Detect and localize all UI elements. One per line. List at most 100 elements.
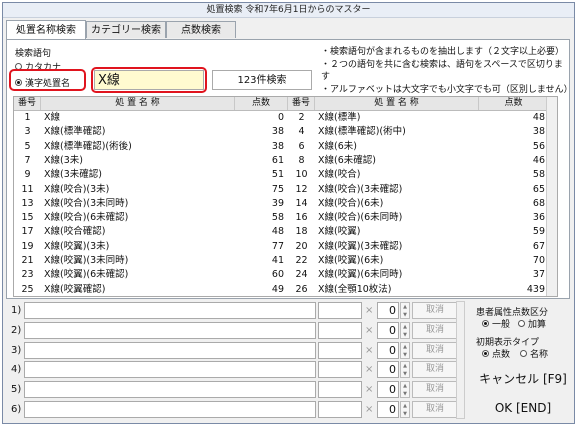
entry-delete-button[interactable]: 取消 — [412, 401, 458, 418]
row-number: 11 — [21, 183, 34, 195]
multiply-icon: × — [365, 364, 374, 376]
quantity-stepper[interactable]: ▲ ▼ — [400, 341, 410, 359]
table-row[interactable]: 13 X線(咬合)(3未同時) 39 14 X線(咬合)(6未) 68 — [14, 197, 557, 210]
treatment-name: X線(標準確認)(術中) — [318, 126, 406, 138]
table-row[interactable]: 11 X線(咬合)(3未) 75 12 X線(咬合)(3未確認) 65 — [14, 183, 557, 196]
treatment-name: X線(咬合)(3未同時) — [44, 197, 129, 209]
entry-delete-button[interactable]: 取消 — [412, 341, 458, 359]
col-header-number: 番号 — [14, 97, 41, 110]
table-row[interactable]: 15 X線(咬合)(6未確認) 58 16 X線(咬合)(6未同時) 36 — [14, 211, 557, 224]
entry-name-field[interactable] — [24, 381, 316, 399]
treatment-name: X線(咬合)(6未) — [318, 197, 384, 209]
entry-delete-button[interactable]: 取消 — [412, 321, 458, 339]
treatment-points: 67 — [532, 240, 545, 252]
entry-quantity-input[interactable]: 0 — [377, 401, 399, 418]
table-row[interactable]: 9 X線(3未確認) 51 10 X線(咬合) 58 — [14, 168, 557, 181]
treatment-name: X線(咬合)(3未) — [44, 183, 110, 195]
table-row[interactable]: 23 X線(咬翼)(6未確認) 60 24 X線(咬翼)(6未同時) 37 — [14, 268, 557, 281]
window-title: 処置検索 令和7年6月1日からのマスター — [3, 3, 574, 18]
treatment-points: 56 — [532, 140, 545, 152]
row-number: 2 — [298, 112, 305, 123]
entry-name-field[interactable] — [24, 321, 316, 339]
ok-button[interactable]: OK [END] — [478, 394, 568, 422]
table-row[interactable]: 7 X線(3未) 61 8 X線(6未確認) 46 — [14, 154, 557, 167]
selected-entries-area: 1) × 0 ▲ ▼ 取消 2) × 0 ▲ ▼ 取消 3) × 0 ▲ ▼ 取消 4) × 0 ▲ ▼ 取消 5) × 0 ▲ ▼ 取消… — [6, 301, 570, 421]
entry-points-field[interactable] — [318, 302, 362, 319]
entry-delete-button[interactable]: 取消 — [412, 361, 458, 379]
entry-points-field[interactable] — [318, 321, 362, 339]
dialog-window: 処置検索 令和7年6月1日からのマスター 処置名称検索 カテゴリー検索 点数検索… — [2, 2, 575, 424]
table-row[interactable]: 3 X線(標準確認) 38 4 X線(標準確認)(術中) 38 — [14, 125, 557, 138]
results-scrollbar[interactable] — [546, 97, 557, 296]
quantity-stepper[interactable]: ▲ ▼ — [400, 401, 410, 418]
entry-quantity-input[interactable]: 0 — [377, 381, 399, 399]
radio-attr-add[interactable]: 加算 — [518, 317, 546, 330]
row-number: 13 — [21, 197, 34, 209]
help-note: ・２つの語句を共に含む検索は、語句をスペースで区切ります — [321, 59, 563, 83]
tab-points-search[interactable]: 点数検索 — [166, 21, 236, 38]
treatment-points: 58 — [271, 212, 284, 224]
row-number: 21 — [21, 255, 34, 266]
col-header-points: 点数 — [479, 97, 549, 110]
entries-scrollbar[interactable] — [456, 301, 465, 419]
entry-number: 4) — [11, 364, 22, 376]
search-group-label: 検索語句 — [15, 49, 52, 59]
col-header-name: 処 置 名 称 — [315, 97, 479, 110]
row-number: 6 — [298, 140, 305, 152]
table-row[interactable]: 5 X線(標準確認)(術後) 38 6 X線(6未) 56 — [14, 140, 557, 153]
help-note: ・アルファベットは大文字でも小文字でも可（区別しません） — [321, 84, 573, 95]
entry-quantity-input[interactable]: 0 — [377, 302, 399, 319]
entry-delete-button[interactable]: 取消 — [412, 381, 458, 399]
quantity-stepper[interactable]: ▲ ▼ — [400, 302, 410, 319]
cancel-button[interactable]: キャンセル [F9] — [478, 365, 568, 393]
treatment-points: 68 — [532, 197, 545, 209]
entry-name-field[interactable] — [24, 361, 316, 379]
entry-name-field[interactable] — [24, 302, 316, 319]
treatment-name: X線(咬合)(6未確認) — [44, 212, 129, 224]
multiply-icon: × — [365, 344, 374, 356]
radio-attr-general-label: 一般 — [492, 320, 511, 330]
entry-number: 3) — [11, 344, 22, 356]
radio-off-icon — [520, 350, 527, 357]
tab-name-search[interactable]: 処置名称検索 — [6, 20, 86, 39]
row-number: 18 — [295, 226, 308, 238]
entry-points-field[interactable] — [318, 381, 362, 399]
radio-attr-general[interactable]: 一般 — [482, 317, 510, 330]
entry-name-field[interactable] — [24, 401, 316, 418]
treatment-points: 51 — [271, 169, 284, 181]
search-count-button[interactable]: 123件検索 — [212, 70, 312, 90]
treatment-points: 49 — [271, 283, 284, 295]
search-panel: 検索語句 カタカナ 漢字処置名 X線 123件検索 ・検索語句が含まれるものを抽… — [6, 39, 573, 299]
entry-quantity-input[interactable]: 0 — [377, 361, 399, 379]
quantity-stepper[interactable]: ▲ ▼ — [400, 361, 410, 379]
radio-display-name[interactable]: 名称 — [520, 347, 548, 360]
search-help-notes: ・検索語句が含まれるものを抽出します（２文字以上必要） ・２つの語句を共に含む検… — [321, 46, 573, 96]
quantity-stepper[interactable]: ▲ ▼ — [400, 381, 410, 399]
entry-points-field[interactable] — [318, 361, 362, 379]
table-row[interactable]: 19 X線(咬翼)(3未) 77 20 X線(咬翼)(3未確認) 67 — [14, 240, 557, 253]
entry-quantity-input[interactable]: 0 — [377, 321, 399, 339]
tab-category-search[interactable]: カテゴリー検索 — [86, 21, 166, 38]
treatment-name: X線(咬合確認) — [44, 226, 106, 238]
col-header-points: 点数 — [235, 97, 288, 110]
treatment-name: X線(標準確認) — [44, 126, 106, 138]
treatment-name: X線(6未確認) — [318, 154, 376, 166]
treatment-points: 37 — [532, 269, 545, 281]
entry-delete-button[interactable]: 取消 — [412, 302, 458, 319]
entry-quantity-input[interactable]: 0 — [377, 341, 399, 359]
radio-display-points[interactable]: 点数 — [482, 347, 510, 360]
entry-name-field[interactable] — [24, 341, 316, 359]
table-row[interactable]: 1 X線 0 2 X線(標準) 48 — [14, 111, 557, 124]
treatment-points: 48 — [271, 226, 284, 238]
row-number: 14 — [295, 197, 308, 209]
table-row[interactable]: 21 X線(咬翼)(3未同時) 41 22 X線(咬翼)(6未) 70 — [14, 254, 557, 267]
entry-points-field[interactable] — [318, 341, 362, 359]
entry-points-field[interactable] — [318, 401, 362, 418]
row-number: 5 — [24, 140, 31, 152]
row-number: 22 — [295, 255, 308, 266]
table-row[interactable]: 17 X線(咬合確認) 48 18 X線(咬翼) 59 — [14, 225, 557, 238]
table-row[interactable]: 25 X線(咬翼確認) 49 26 X線(全顎10枚法) 439 — [14, 283, 557, 296]
quantity-stepper[interactable]: ▲ ▼ — [400, 321, 410, 339]
treatment-points: 38 — [271, 140, 284, 152]
treatment-name: X線(咬合)(6未同時) — [318, 212, 403, 224]
